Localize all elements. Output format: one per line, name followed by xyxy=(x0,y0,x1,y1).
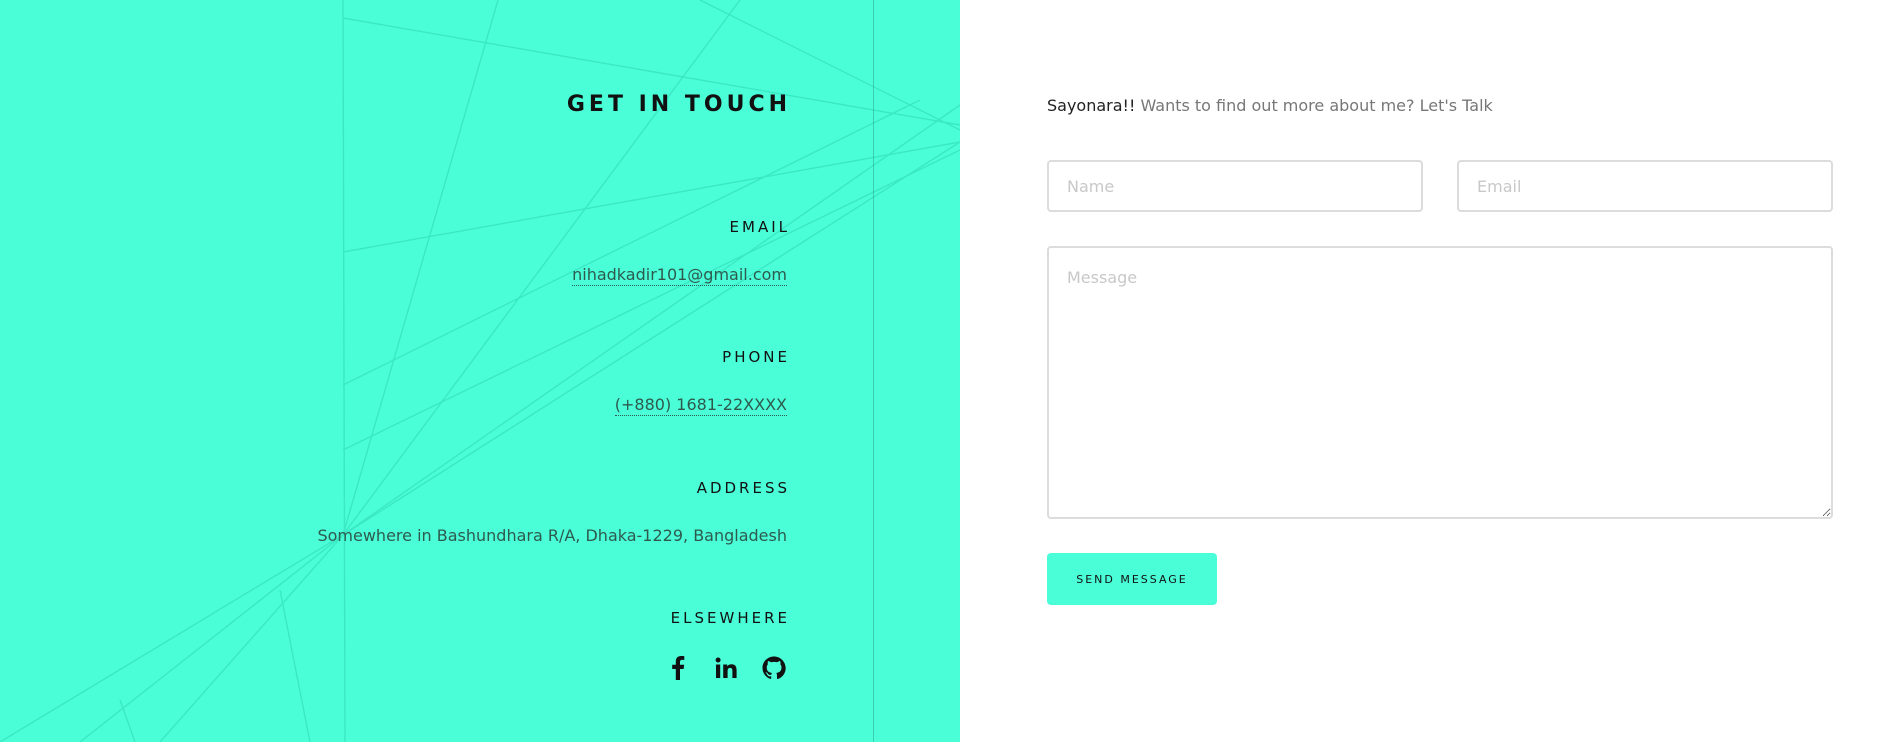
phone-link[interactable]: (+880) 1681-22XXXX xyxy=(614,395,787,416)
email-input[interactable] xyxy=(1457,160,1833,212)
contact-page: GET IN TOUCH EMAIL nihadkadir101@gmail.c… xyxy=(0,0,1897,742)
github-icon[interactable] xyxy=(761,655,787,681)
address-label: ADDRESS xyxy=(696,479,790,497)
vertical-divider-line xyxy=(873,0,874,742)
elsewhere-label: ELSEWHERE xyxy=(670,609,790,627)
intro-text: Sayonara!! Wants to find out more about … xyxy=(1047,96,1493,115)
email-value: nihadkadir101@gmail.com xyxy=(187,265,787,286)
intro-rest: Wants to find out more about me? Let's T… xyxy=(1135,96,1493,115)
social-links xyxy=(665,655,787,681)
intro-bold: Sayonara!! xyxy=(1047,96,1136,115)
linkedin-icon[interactable] xyxy=(713,655,739,681)
page-title: GET IN TOUCH xyxy=(566,92,791,117)
phone-value: (+880) 1681-22XXXX xyxy=(187,395,787,416)
email-link[interactable]: nihadkadir101@gmail.com xyxy=(572,265,787,286)
phone-label: PHONE xyxy=(722,348,790,366)
contact-info-panel: GET IN TOUCH EMAIL nihadkadir101@gmail.c… xyxy=(0,0,960,742)
address-value: Somewhere in Bashundhara R/A, Dhaka-1229… xyxy=(317,526,787,545)
message-textarea[interactable] xyxy=(1047,246,1833,519)
contact-form-panel: Sayonara!! Wants to find out more about … xyxy=(960,0,1897,742)
email-label: EMAIL xyxy=(729,218,790,236)
send-message-button[interactable]: SEND MESSAGE xyxy=(1047,553,1217,605)
facebook-icon[interactable] xyxy=(665,655,691,681)
name-input[interactable] xyxy=(1047,160,1423,212)
